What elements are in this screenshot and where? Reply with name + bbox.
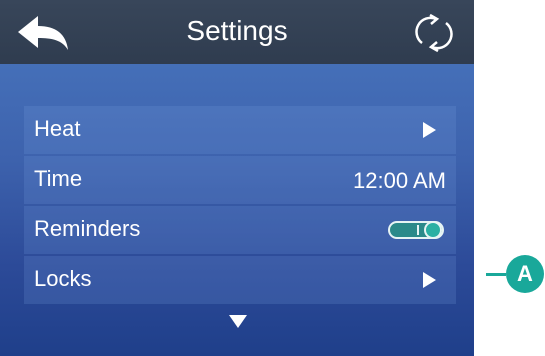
toggle-divider — [417, 225, 419, 235]
spa-control-screen: Settings Heat Time 12:00 AM Reminders Lo… — [0, 0, 474, 356]
settings-row-label: Time — [34, 166, 83, 191]
back-button[interactable] — [16, 14, 72, 52]
chevron-down-icon[interactable] — [229, 315, 247, 328]
settings-list: Heat Time 12:00 AM Reminders Locks — [24, 106, 456, 306]
settings-row-label: Heat — [34, 116, 81, 141]
callout-badge: A — [506, 255, 544, 293]
title-bar: Settings — [0, 0, 474, 64]
chevron-right-icon — [423, 272, 436, 288]
settings-row-label: Locks — [34, 266, 92, 291]
callout-leader-line — [486, 273, 506, 276]
toggle-knob — [424, 221, 442, 239]
settings-row-heat[interactable]: Heat — [24, 106, 456, 154]
settings-row-time[interactable]: Time 12:00 AM — [24, 156, 456, 204]
time-value: 12:00 AM — [353, 168, 446, 193]
reminders-toggle[interactable] — [388, 221, 444, 239]
refresh-button[interactable] — [410, 13, 458, 53]
back-arrow-icon — [18, 16, 68, 50]
refresh-icon — [415, 13, 453, 53]
settings-row-locks[interactable]: Locks — [24, 256, 456, 304]
settings-row-label: Reminders — [34, 216, 141, 241]
settings-row-reminders[interactable]: Reminders — [24, 206, 456, 254]
chevron-right-icon — [423, 122, 436, 138]
